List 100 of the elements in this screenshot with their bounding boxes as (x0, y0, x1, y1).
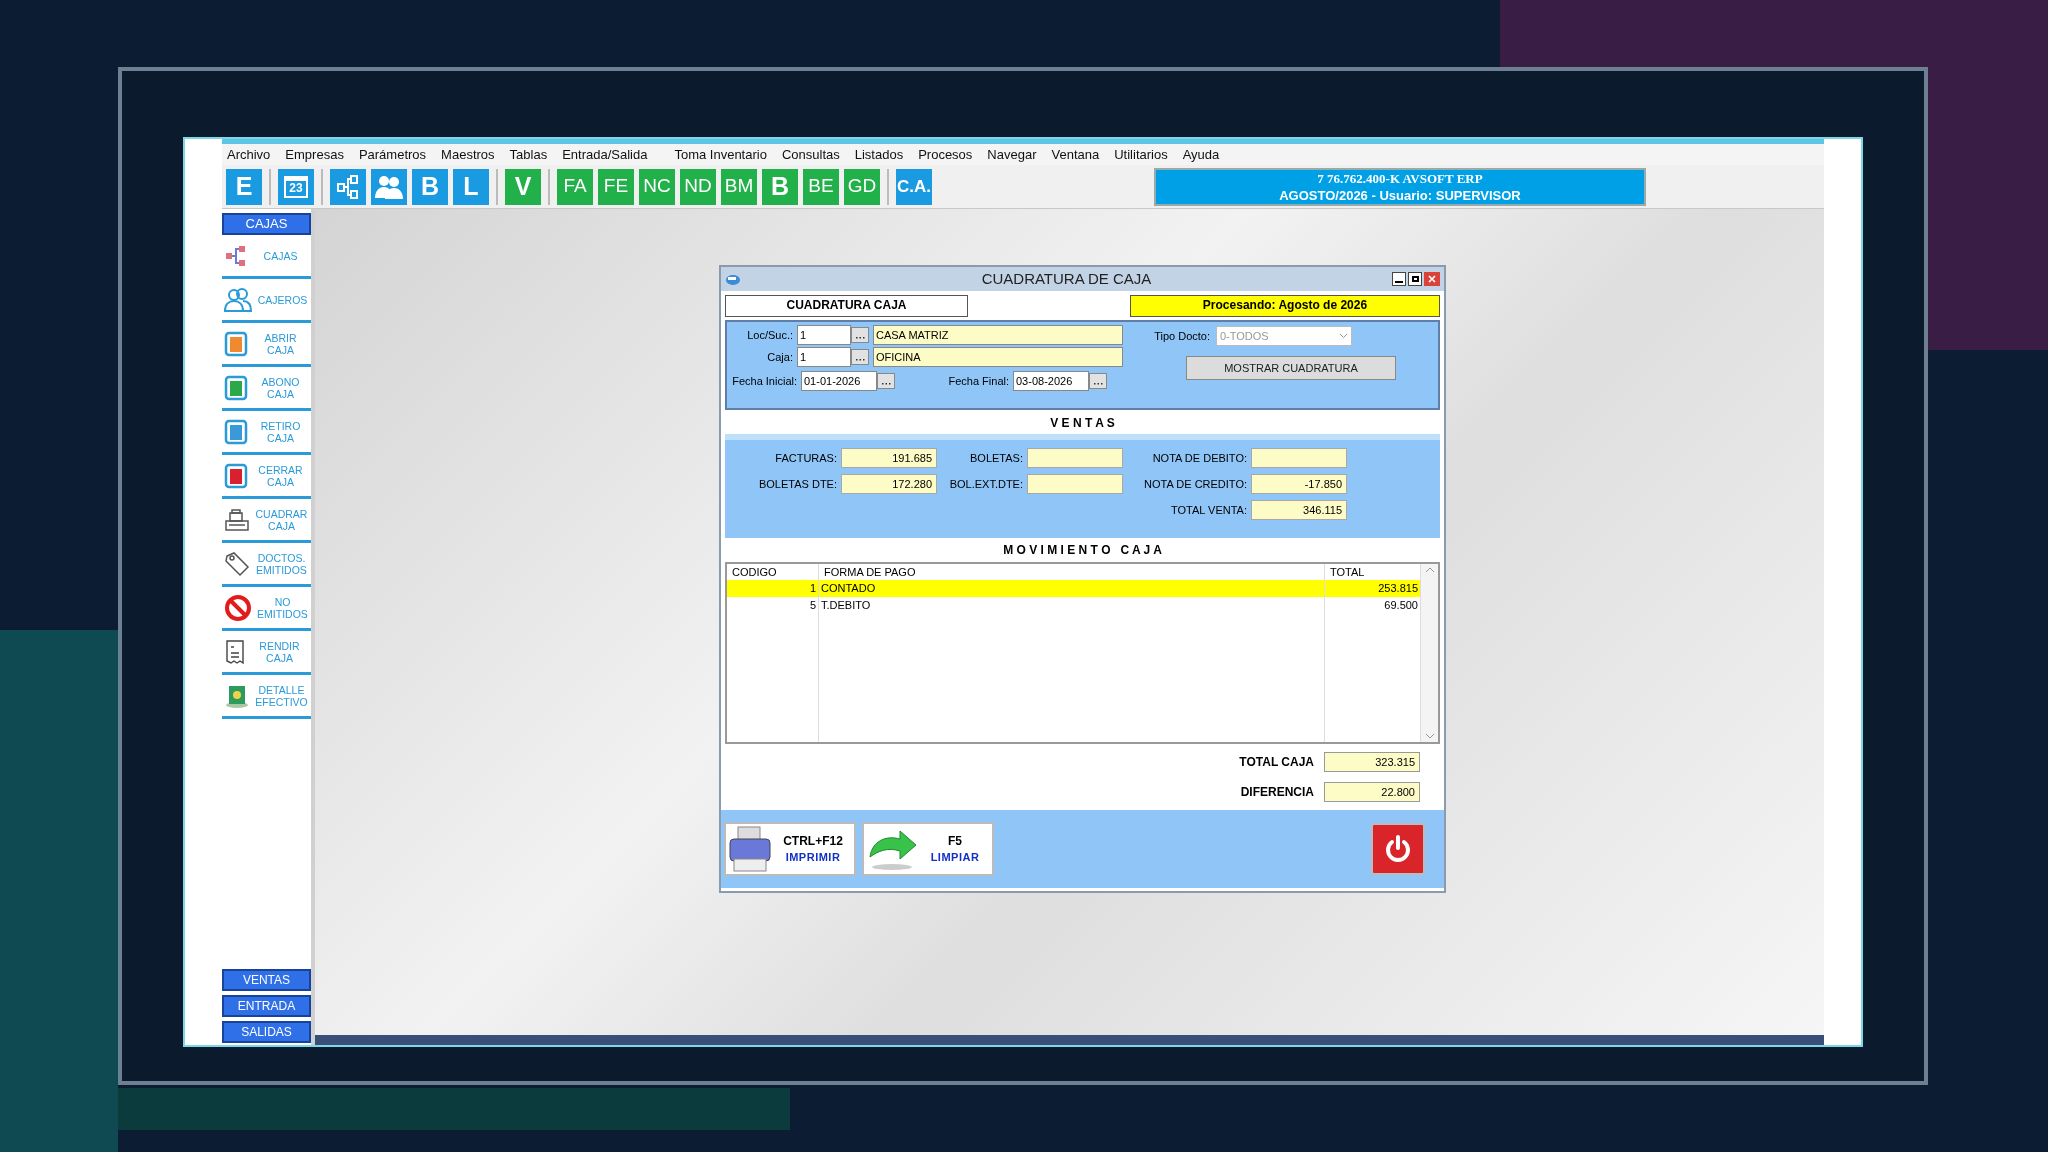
table-row[interactable]: 1 CONTADO 253.815 (727, 580, 1420, 597)
show-button[interactable]: MOSTRAR CUADRATURA (1186, 356, 1396, 380)
scroll-up-icon[interactable] (1424, 567, 1435, 573)
sidebar-button[interactable]: SALIDAS (222, 1021, 311, 1043)
sidebar-item[interactable]: ABRIR CAJA (222, 323, 311, 367)
menu-item[interactable]: Toma Inventario (674, 144, 767, 165)
field-label: TOTAL VENTA: (1170, 502, 1247, 518)
toolbar-button[interactable]: NC (639, 168, 675, 205)
toolbar-button[interactable]: B (762, 168, 798, 205)
menu-item[interactable]: Tablas (509, 144, 548, 165)
power-icon (1383, 834, 1413, 864)
users-button[interactable] (371, 168, 407, 205)
toolbar-button[interactable]: E (226, 168, 262, 205)
menu-item[interactable]: Parámetros (358, 144, 427, 165)
sidebar-item[interactable]: DETALLE EFECTIVO (222, 675, 311, 719)
network-icon (224, 243, 248, 268)
browse-button[interactable] (1089, 373, 1107, 389)
toolbar-button[interactable]: B (412, 168, 448, 205)
field-label: Tipo Docto: (1153, 328, 1210, 344)
menu-item[interactable]: Listados (854, 144, 904, 165)
sidebar-item[interactable]: CAJEROS (222, 279, 311, 323)
column-header: TOTAL (1329, 565, 1366, 580)
field-label: NOTA DE CREDITO: (1143, 476, 1247, 492)
arrow-icon (866, 827, 918, 871)
input-field[interactable]: OFICINA (873, 347, 1123, 367)
field-label: BOL.EXT.DTE: (948, 476, 1023, 492)
sidebar-item[interactable]: RENDIR CAJA (222, 631, 311, 675)
table-cell: 5 (727, 597, 819, 614)
app-icon (725, 272, 741, 286)
browse-button[interactable] (877, 373, 895, 389)
output-field: 191.685 (841, 448, 937, 468)
menu-item[interactable]: Procesos (918, 144, 973, 165)
close-button[interactable] (1424, 272, 1440, 286)
forbidden-icon (224, 593, 252, 622)
sidebar-item[interactable]: CUADRAR CAJA (222, 499, 311, 543)
receipt-icon (224, 638, 246, 665)
input-field[interactable]: 03-08-2026 (1013, 371, 1089, 391)
section-title: V E N T A S (1049, 415, 1116, 432)
input-field[interactable]: 1 (797, 325, 851, 345)
tag-icon (224, 550, 250, 577)
field-label: Fecha Final: (947, 373, 1009, 389)
people-icon (224, 286, 252, 313)
menu-item[interactable]: Maestros (441, 144, 495, 165)
sidebar-item[interactable]: NO EMITIDOS (222, 587, 311, 631)
total-label: TOTAL CAJA (1239, 754, 1314, 771)
browse-button[interactable] (851, 349, 869, 365)
dropdown[interactable]: 0-TODOS (1216, 326, 1352, 346)
input-field[interactable]: CASA MATRIZ (873, 325, 1123, 345)
output-field: 172.280 (841, 474, 937, 494)
menu-item[interactable]: Navegar (987, 144, 1037, 165)
cash-register-icon (224, 507, 250, 532)
chevron-down-icon (1339, 333, 1348, 339)
menu-item[interactable]: Ventana (1051, 144, 1100, 165)
people-icon (374, 173, 404, 200)
input-field[interactable]: 1 (797, 347, 851, 367)
power-button[interactable] (1371, 823, 1425, 875)
sidebar-item[interactable]: DOCTOS. EMITIDOS (222, 543, 311, 587)
sidebar-item[interactable]: ABONO CAJA (222, 367, 311, 411)
output-field: 22.800 (1324, 782, 1420, 802)
calendar-button[interactable]: 23 (278, 168, 314, 205)
menu-item[interactable]: Utilitarios (1114, 144, 1168, 165)
menu-item[interactable]: Archivo (227, 144, 271, 165)
maximize-button[interactable] (1408, 272, 1422, 286)
sidebar-item[interactable]: CERRAR CAJA (222, 455, 311, 499)
field-label: FACTURAS: (774, 450, 837, 466)
menu-item[interactable]: Entrada/Salida (562, 144, 648, 165)
clear-button[interactable]: F5 LIMPIAR (862, 822, 994, 876)
scroll-down-icon[interactable] (1424, 733, 1435, 739)
browse-button[interactable] (851, 327, 869, 343)
table-cell-text: 253.815 (1377, 581, 1419, 596)
scrollbar[interactable] (1420, 564, 1438, 742)
sidebar-item[interactable]: CAJAS (222, 235, 311, 279)
toolbar-button[interactable]: L (453, 168, 489, 205)
menu-item[interactable]: Consultas (781, 144, 840, 165)
hierarchy-button[interactable] (330, 168, 366, 205)
section-title: M O V I M I E N T O C A J A (1002, 542, 1163, 559)
company-banner: 7 76.762.400-K AVSOFT ERP AGOSTO/2026 - Usuario: SUPERVISOR (1154, 167, 1646, 206)
toolbar-button[interactable]: V (505, 168, 541, 205)
print-button[interactable]: CTRL+F12 IMPRIMIR (724, 822, 856, 876)
sidebar-button[interactable]: ENTRADA (222, 995, 311, 1017)
sidebar-button[interactable]: VENTAS (222, 969, 311, 991)
field-label: NOTA DE DEBITO: (1151, 450, 1247, 466)
output-field: -17.850 (1251, 474, 1347, 494)
toolbar-button[interactable]: FE (598, 168, 634, 205)
toolbar-button[interactable]: GD (844, 168, 880, 205)
hierarchy-icon (336, 173, 360, 200)
sidebar-item[interactable]: RETIRO CAJA (222, 411, 311, 455)
toolbar-button[interactable]: BE (803, 168, 839, 205)
toolbar-button[interactable]: BM (721, 168, 757, 205)
minimize-button[interactable] (1392, 272, 1406, 286)
toolbar-button[interactable]: C.A. (896, 168, 932, 205)
form-heading: CUADRATURA CAJA (725, 295, 968, 317)
menu-item[interactable]: Empresas (285, 144, 344, 165)
table-cell-text: 69.500 (1383, 598, 1419, 613)
menu-item[interactable]: Ayuda (1182, 144, 1220, 165)
output-field: 346.115 (1251, 500, 1347, 520)
toolbar-button[interactable]: FA (557, 168, 593, 205)
input-field[interactable]: 01-01-2026 (801, 371, 877, 391)
sidebar-header: CAJAS (222, 213, 311, 235)
toolbar-button[interactable]: ND (680, 168, 716, 205)
